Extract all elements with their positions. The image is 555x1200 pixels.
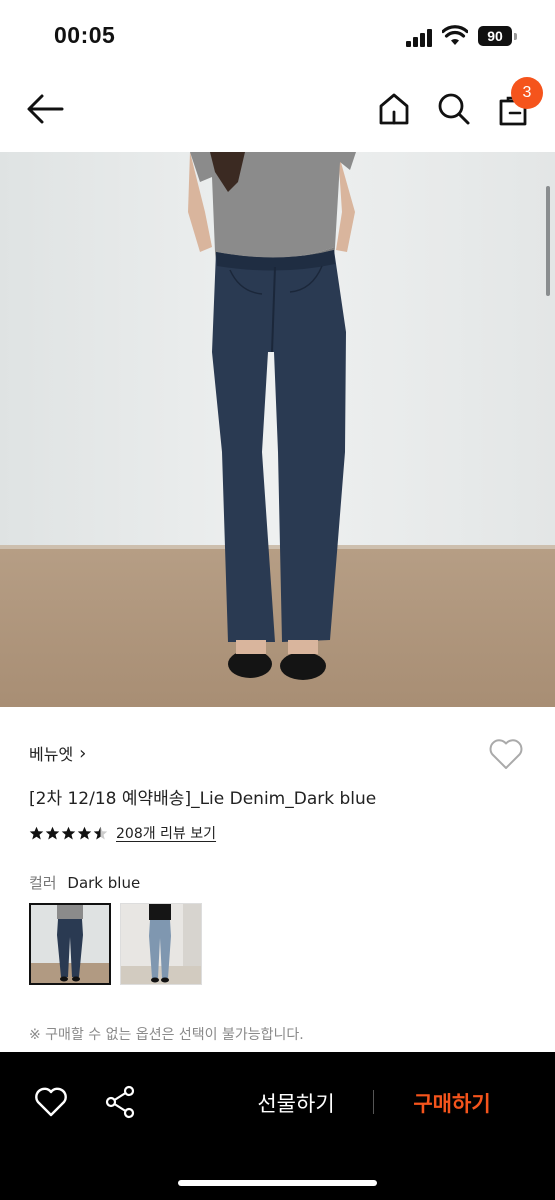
- battery-icon: 90: [478, 26, 518, 46]
- battery-level: 90: [478, 26, 512, 46]
- bottom-action-bar: [0, 1052, 555, 1200]
- share-icon[interactable]: [104, 1085, 136, 1119]
- home-indicator[interactable]: [178, 1180, 377, 1186]
- buy-button[interactable]: 구매하기: [392, 1084, 512, 1124]
- brand-name: 베뉴엣: [29, 745, 74, 764]
- cart-count-badge: 3: [511, 77, 543, 109]
- color-label: 컬러: [29, 874, 57, 892]
- gift-button[interactable]: 선물하기: [236, 1084, 356, 1124]
- status-time: 00:05: [54, 22, 116, 48]
- rating-stars: [29, 826, 108, 841]
- divider: [373, 1090, 374, 1114]
- status-bar: 00:05 90: [0, 0, 555, 72]
- star-icon: [45, 826, 60, 839]
- back-arrow-icon[interactable]: [26, 92, 64, 126]
- color-swatch-dark-blue[interactable]: [29, 903, 111, 985]
- half-star-icon: [93, 826, 108, 839]
- color-value: Dark blue: [67, 874, 141, 892]
- reviews-link[interactable]: 208개 리뷰 보기: [116, 823, 216, 843]
- chevron-right-icon: ›: [79, 742, 87, 764]
- product-photo: [0, 152, 555, 707]
- product-image[interactable]: [0, 152, 555, 707]
- rating-row: 208개 리뷰 보기: [29, 823, 216, 843]
- nav-bar: [0, 72, 555, 152]
- swatch-thumbnail: [121, 904, 201, 984]
- product-title: [2차 12/18 예약배송]_Lie Denim_Dark blue: [29, 789, 377, 809]
- heart-icon[interactable]: [34, 1086, 68, 1118]
- heart-icon[interactable]: [488, 737, 524, 771]
- star-icon: [77, 826, 92, 839]
- scroll-indicator[interactable]: [546, 186, 550, 296]
- wifi-icon: [442, 25, 468, 45]
- swatch-thumbnail: [31, 905, 109, 983]
- color-option-label: 컬러 Dark blue: [29, 872, 140, 893]
- home-icon[interactable]: [378, 92, 410, 126]
- star-icon: [29, 826, 44, 839]
- option-notice: ※ 구매할 수 없는 옵션은 선택이 불가능합니다.: [29, 1027, 304, 1043]
- signal-icon: [406, 29, 434, 47]
- search-icon[interactable]: [437, 92, 471, 126]
- star-icon: [61, 826, 76, 839]
- color-swatch-light-blue[interactable]: [120, 903, 202, 985]
- brand-link[interactable]: 베뉴엣 ›: [29, 741, 86, 765]
